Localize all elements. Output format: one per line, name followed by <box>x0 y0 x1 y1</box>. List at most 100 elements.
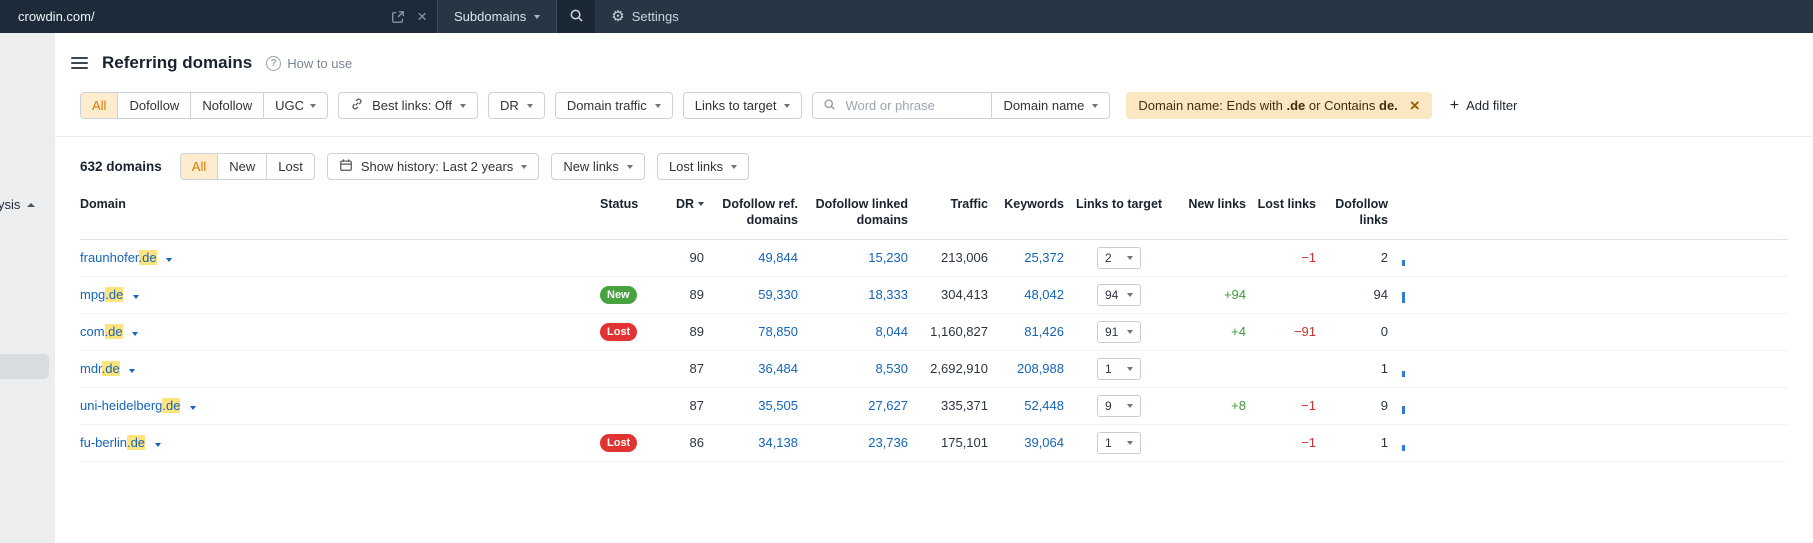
results-toolbar: 632 domains All New Lost Show history: L… <box>55 137 1813 180</box>
chevron-down-icon <box>1127 329 1133 334</box>
active-filter-chip[interactable]: Domain name: Ends with .de or Contains d… <box>1126 92 1432 119</box>
how-to-use-link[interactable]: ? How to use <box>266 55 352 71</box>
dofollow-links-value: 9 <box>1380 398 1388 413</box>
dofollow-ref-link[interactable]: 34,138 <box>758 435 798 450</box>
target-url-value[interactable]: crowdin.com/ <box>18 9 379 24</box>
links-to-target-cell: 91 <box>1064 320 1174 343</box>
status-cell: Lost <box>600 433 658 452</box>
links-to-target-select[interactable]: 1 <box>1097 357 1141 380</box>
links-to-target-select[interactable]: 9 <box>1097 394 1141 417</box>
chevron-down-icon <box>731 164 738 169</box>
dofollow-linked-link[interactable]: 15,230 <box>868 250 908 265</box>
links-to-target-select[interactable]: 1 <box>1097 431 1141 454</box>
chevron-down-icon <box>526 103 533 108</box>
best-links-dropdown[interactable]: Best links: Off <box>338 92 479 119</box>
dofollow-links-value: 1 <box>1380 435 1388 450</box>
spark-bar <box>1402 291 1405 303</box>
subdomains-dropdown[interactable]: Subdomains <box>438 0 556 33</box>
tab-ugc[interactable]: UGC <box>263 93 327 118</box>
chevron-down-icon <box>784 103 791 108</box>
tab-dofollow[interactable]: Dofollow <box>117 93 190 118</box>
dofollow-ref-link[interactable]: 78,850 <box>758 324 798 339</box>
add-filter-button[interactable]: + Add filter <box>1450 97 1518 114</box>
topbar: crowdin.com/ × Subdomains ⚙ Settings <box>0 0 1813 33</box>
new-links-dropdown[interactable]: New links <box>551 153 645 180</box>
tab-lost[interactable]: Lost <box>266 154 314 179</box>
domain-link[interactable]: mdr.de <box>80 361 120 376</box>
target-url-input[interactable]: crowdin.com/ × <box>0 0 437 33</box>
keywords-link[interactable]: 52,448 <box>1024 398 1064 413</box>
dofollow-ref-cell: 49,844 <box>704 250 798 265</box>
tab-all[interactable]: All <box>81 93 118 118</box>
dofollow-ref-link[interactable]: 36,484 <box>758 361 798 376</box>
settings-label: Settings <box>631 9 679 24</box>
remove-filter-icon[interactable]: × <box>1410 97 1420 114</box>
dofollow-links-value: 1 <box>1380 361 1388 376</box>
table-header-row: Domain Status DR Dofollow ref. domains D… <box>80 192 1788 240</box>
dofollow-linked-link[interactable]: 23,736 <box>868 435 908 450</box>
domain-cell: mpg.de <box>80 287 600 302</box>
new-links-label: New links <box>563 159 619 174</box>
word-search-group: Domain name <box>812 92 1111 119</box>
chevron-down-icon <box>1127 292 1133 297</box>
domain-chevron-icon[interactable] <box>133 295 139 299</box>
domain-chevron-icon[interactable] <box>190 406 197 410</box>
domain-link[interactable]: com.de <box>80 324 123 339</box>
dofollow-ref-link[interactable]: 49,844 <box>758 250 798 265</box>
dr-sort-button[interactable]: DR <box>676 196 704 212</box>
clear-url-icon[interactable]: × <box>417 8 427 25</box>
domain-traffic-dropdown[interactable]: Domain traffic <box>554 92 673 119</box>
word-search-box[interactable] <box>813 93 991 118</box>
keywords-link[interactable]: 25,372 <box>1024 250 1064 265</box>
dofollow-linked-link[interactable]: 18,333 <box>868 287 908 302</box>
links-to-target-select[interactable]: 94 <box>1097 283 1141 306</box>
tab-new[interactable]: New <box>217 154 266 179</box>
new-links-value: +4 <box>1231 324 1246 339</box>
show-history-dropdown[interactable]: Show history: Last 2 years <box>326 153 540 180</box>
keywords-link[interactable]: 81,426 <box>1024 324 1064 339</box>
dofollow-links-sparkline <box>1388 287 1428 303</box>
dr-filter-dropdown[interactable]: DR <box>488 92 545 119</box>
domain-name-dropdown[interactable]: Domain name <box>992 93 1109 118</box>
domain-chevron-icon[interactable] <box>129 369 136 373</box>
links-to-target-dropdown[interactable]: Links to target <box>682 92 803 119</box>
keywords-link[interactable]: 48,042 <box>1024 287 1064 302</box>
word-search-input[interactable] <box>843 97 982 114</box>
dofollow-ref-link[interactable]: 59,330 <box>758 287 798 302</box>
tab-all-status[interactable]: All <box>180 154 218 179</box>
table-row: fu-berlin.de Lost 86 34,138 23,736 175,1… <box>80 425 1788 462</box>
domain-link[interactable]: fraunhofer.de <box>80 250 157 265</box>
keywords-cell: 25,372 <box>988 250 1064 265</box>
sidebar-partial-button[interactable] <box>0 354 49 379</box>
tab-nofollow[interactable]: Nofollow <box>190 93 263 118</box>
subdomains-label: Subdomains <box>454 9 527 24</box>
question-icon: ? <box>266 55 282 71</box>
links-to-target-select[interactable]: 2 <box>1097 246 1141 269</box>
domain-link[interactable]: mpg.de <box>80 287 124 302</box>
dofollow-ref-cell: 36,484 <box>704 361 798 376</box>
dofollow-ref-link[interactable]: 35,505 <box>758 398 798 413</box>
domain-chevron-icon[interactable] <box>132 332 139 336</box>
keywords-link[interactable]: 208,988 <box>1017 361 1064 376</box>
domain-link[interactable]: fu-berlin.de <box>80 435 146 450</box>
dofollow-links-value: 0 <box>1380 324 1388 339</box>
dofollow-linked-link[interactable]: 27,627 <box>868 398 908 413</box>
keywords-link[interactable]: 39,064 <box>1024 435 1064 450</box>
domain-link[interactable]: uni-heidelberg.de <box>80 398 181 413</box>
links-to-target-select[interactable]: 91 <box>1097 320 1141 343</box>
col-status: Status <box>600 197 639 211</box>
dofollow-ref-cell: 34,138 <box>704 435 798 450</box>
dofollow-linked-link[interactable]: 8,530 <box>875 361 908 376</box>
domain-chevron-icon[interactable] <box>166 258 173 262</box>
dofollow-linked-link[interactable]: 8,044 <box>875 324 908 339</box>
status-badge: Lost <box>600 322 638 341</box>
sidebar-item-partial[interactable]: ysis <box>0 197 36 212</box>
open-external-icon[interactable] <box>391 10 405 24</box>
links-to-target-cell: 94 <box>1064 283 1174 306</box>
links-to-target-label: Links to target <box>694 98 777 113</box>
settings-button[interactable]: ⚙ Settings <box>611 0 678 33</box>
menu-icon[interactable] <box>71 57 88 69</box>
search-button[interactable] <box>557 0 596 33</box>
lost-links-dropdown[interactable]: Lost links <box>656 153 750 180</box>
domain-chevron-icon[interactable] <box>154 443 161 447</box>
